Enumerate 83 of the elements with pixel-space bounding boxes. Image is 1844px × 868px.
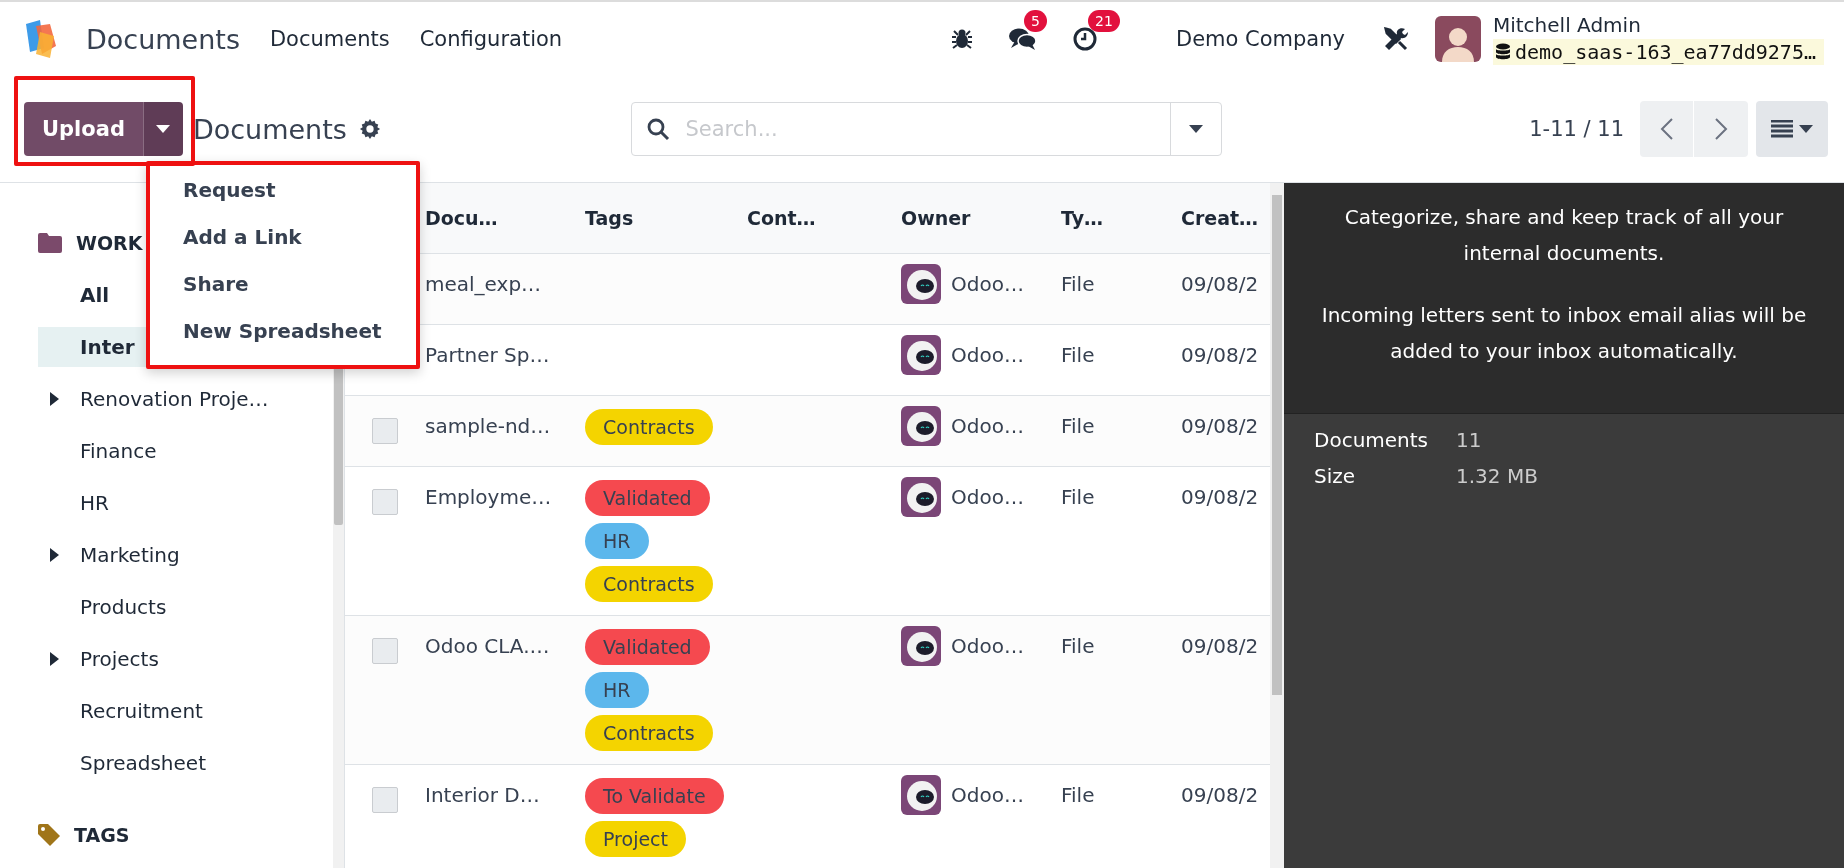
column-header[interactable]: Owner [901, 183, 1061, 254]
row-checkbox[interactable] [372, 787, 398, 813]
notification-badge: 5 [1024, 10, 1047, 32]
chevron-left-icon [1659, 117, 1674, 141]
notification-badge: 21 [1088, 10, 1120, 32]
caret-icon [50, 392, 59, 406]
tag: Project [585, 821, 686, 857]
workspace-item[interactable]: HR [38, 477, 333, 529]
menu-item[interactable]: Add a Link [150, 213, 416, 260]
robot-avatar-icon [901, 775, 941, 815]
folder-icon [38, 233, 62, 253]
search-icon [645, 117, 670, 141]
company-switcher[interactable]: Demo Company [1176, 27, 1345, 51]
caret-icon [1188, 125, 1203, 133]
settings-icon[interactable] [358, 118, 381, 140]
chat-icon[interactable] [1008, 26, 1038, 52]
search-input[interactable]: Search... [683, 116, 1170, 142]
chevron-right-icon [1714, 117, 1728, 141]
tag: Validated [585, 480, 710, 516]
caret-icon [50, 548, 59, 562]
workspace-item[interactable]: Projects [38, 633, 333, 685]
list-icon [1771, 120, 1793, 138]
menu-item[interactable]: Documents [269, 27, 390, 51]
stat-label: Documents [1314, 428, 1430, 452]
view-switcher[interactable] [1756, 101, 1828, 157]
table-cell: Odoo… [951, 272, 1024, 296]
tag: To Validate [585, 778, 724, 814]
help-text: Incoming letters sent to inbox email alias will be added to your inbox automatically. [1320, 302, 1808, 365]
stat-label: Size [1314, 464, 1357, 488]
section-title: WORK [76, 232, 143, 254]
tag: HR [585, 672, 649, 708]
menu-item[interactable]: Configuration [419, 27, 563, 51]
table-cell: Odoo… [951, 783, 1024, 807]
robot-avatar-icon [901, 477, 941, 517]
menu-item[interactable]: Share [150, 260, 416, 307]
menu-item[interactable]: Request [150, 166, 416, 213]
row-checkbox[interactable] [372, 418, 398, 444]
caret-icon [1799, 125, 1813, 133]
tag: Validated [585, 629, 710, 665]
database-name: demo_saas-163_ea77dd9275… [1514, 40, 1816, 64]
column-header[interactable]: Ty… [1061, 183, 1181, 254]
caret-icon [156, 125, 171, 133]
breadcrumb: Documents [192, 113, 347, 145]
robot-avatar-icon [901, 335, 941, 375]
table-cell: Odoo… [951, 634, 1024, 658]
workspace-item[interactable]: Marketing [38, 529, 333, 581]
upload-button[interactable]: Upload [24, 102, 143, 156]
column-header[interactable]: Creat… [1181, 183, 1270, 254]
section-title: TAGS [74, 824, 130, 846]
row-checkbox[interactable] [372, 489, 398, 515]
column-header[interactable]: Tags [585, 183, 747, 254]
tag-icon [38, 824, 60, 846]
stat-value: 11 [1456, 428, 1483, 452]
tools-icon[interactable] [1382, 26, 1409, 52]
tag: Contracts [585, 715, 713, 751]
bug-icon[interactable] [950, 27, 974, 51]
user-name[interactable]: Mitchell Admin [1492, 13, 1824, 37]
tag: Contracts [585, 409, 713, 445]
table-cell: Odoo… [951, 414, 1024, 438]
table-cell: Odoo… [951, 343, 1024, 367]
menu-item[interactable]: New Spreadsheet [150, 307, 416, 354]
tag: Contracts [585, 566, 713, 602]
upload-dropdown-toggle[interactable] [142, 102, 183, 156]
column-header[interactable]: Cont… [747, 183, 901, 254]
user-avatar[interactable] [1434, 16, 1481, 62]
stat-value: 1.32 MB [1456, 464, 1538, 488]
caret-icon [50, 652, 59, 666]
help-text: Categorize, share and keep track of all your internal documents. [1343, 204, 1785, 267]
table-cell: Odoo… [951, 485, 1024, 509]
workspace-item[interactable]: Products [38, 581, 333, 633]
scrollbar-thumb[interactable] [1272, 195, 1282, 695]
column-header[interactable]: Docu… [425, 183, 585, 254]
app-name: Documents [86, 23, 240, 55]
database-icon [1494, 43, 1511, 61]
workspace-item[interactable]: Renovation Proje… [38, 373, 333, 425]
pager-value: 1-11 / 11 [1529, 117, 1624, 141]
clock-icon[interactable] [1072, 26, 1098, 52]
workspace-item[interactable]: Finance [38, 425, 333, 477]
workspace-item[interactable]: Recruitment [38, 685, 333, 737]
row-checkbox[interactable] [372, 638, 398, 664]
workspace-item[interactable]: Spreadsheet [38, 737, 333, 789]
search-field[interactable]: Search... [630, 102, 1222, 156]
tag: HR [585, 523, 649, 559]
